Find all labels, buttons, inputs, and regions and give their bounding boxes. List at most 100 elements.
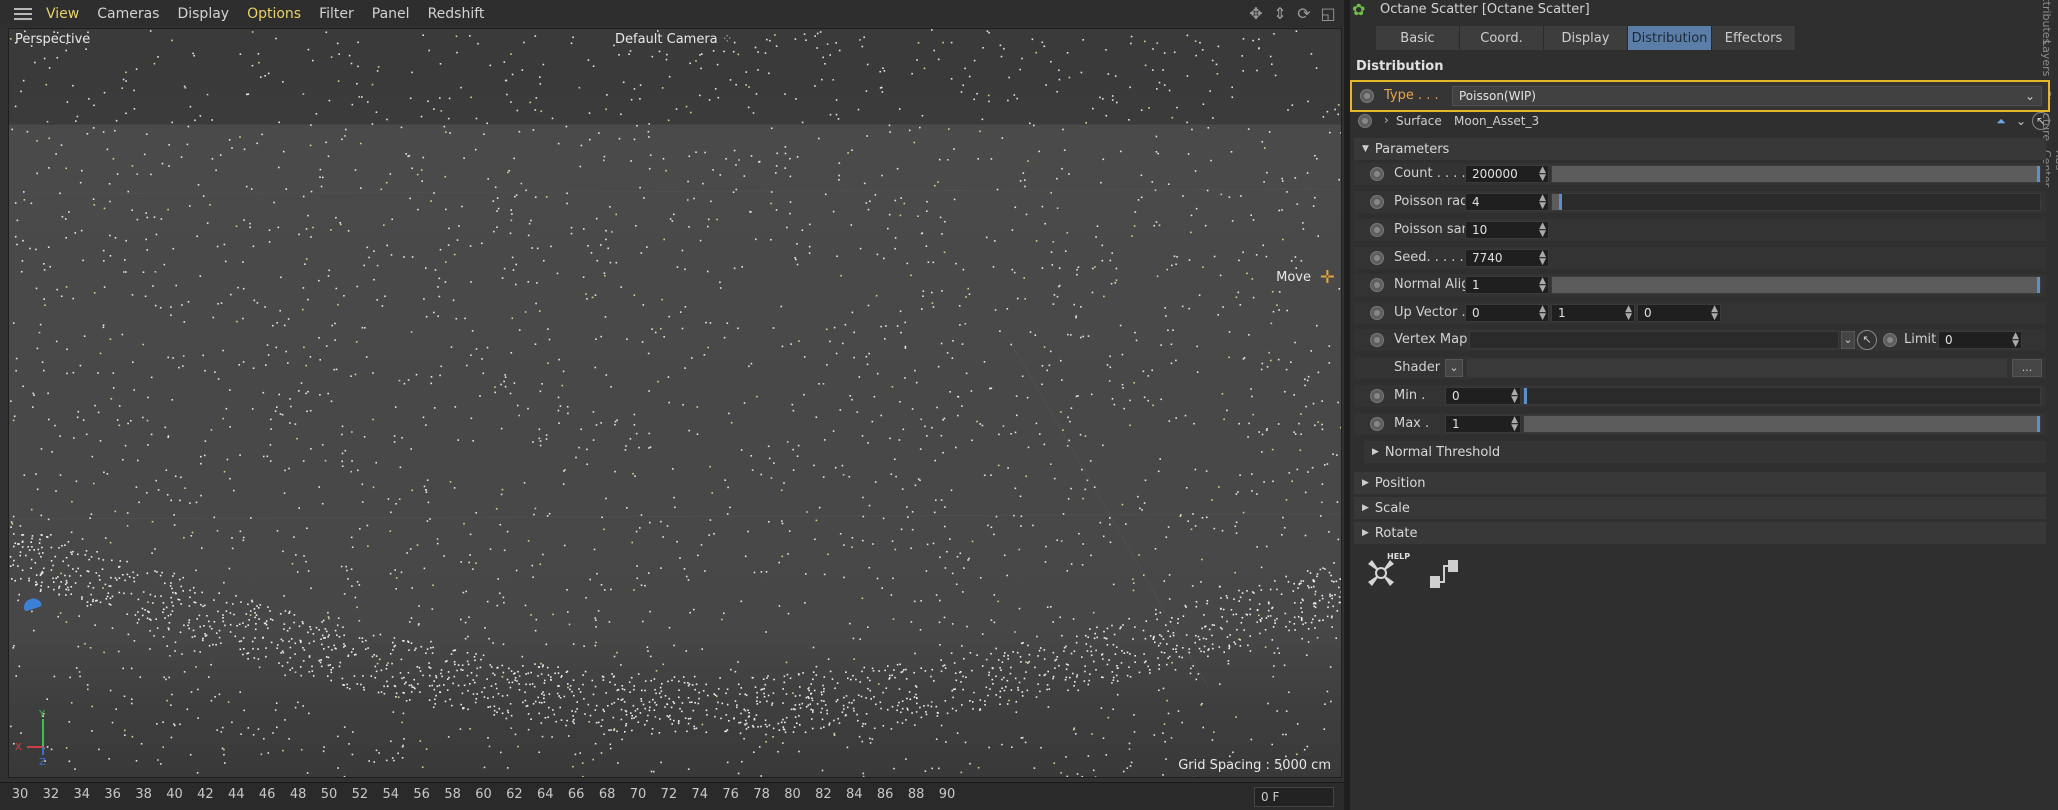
vertex-map-animate-radio[interactable] bbox=[1370, 333, 1384, 347]
tab-distribution[interactable]: Distribution bbox=[1628, 26, 1712, 50]
dolly-icon[interactable]: ⇕ bbox=[1270, 3, 1290, 23]
poisson-samples-input[interactable]: 10 ▲ ▼ bbox=[1465, 221, 1549, 239]
octane-scatter-icon: ✿ bbox=[1352, 0, 1366, 19]
min-animate-radio[interactable] bbox=[1370, 389, 1384, 403]
menu-view[interactable]: View bbox=[46, 6, 79, 22]
normal-align-animate-radio[interactable] bbox=[1370, 278, 1384, 292]
max-input[interactable]: 1 ▲ ▼ bbox=[1445, 415, 1521, 433]
vertex-map-field[interactable] bbox=[1469, 331, 1839, 349]
seed-animate-radio[interactable] bbox=[1370, 251, 1384, 265]
camera-label[interactable]: Default Camera ⁘ bbox=[615, 32, 733, 47]
vertex-map-dropdown-icon[interactable]: ⌄ bbox=[1841, 331, 1855, 349]
dropdown-arrow-icon[interactable]: ⌄ bbox=[2012, 112, 2030, 130]
viewport-nav-icons: ✥ ⇕ ⟳ ◱ bbox=[1246, 3, 1338, 23]
stepper-icon[interactable]: ▲ ▼ bbox=[2012, 332, 2019, 349]
limit-animate-radio[interactable] bbox=[1883, 333, 1897, 347]
axis-x-label: X bbox=[15, 742, 22, 753]
side-tab-layers[interactable]: Layers bbox=[2040, 40, 2053, 76]
menu-options[interactable]: Options bbox=[247, 6, 301, 22]
min-input[interactable]: 0 ▲ ▼ bbox=[1445, 387, 1521, 405]
type-dropdown[interactable]: Poisson(WIP) ⌄ bbox=[1452, 86, 2042, 106]
toggle-view-icon[interactable]: ◱ bbox=[1318, 3, 1338, 23]
pan-icon[interactable]: ✥ bbox=[1246, 3, 1266, 23]
timeline[interactable]: 30 32 34 36 38 40 42 44 46 48 50 52 54 56 58 60 62 64 66 68… bbox=[0, 782, 1344, 810]
max-slider[interactable] bbox=[1523, 415, 2041, 433]
menu-filter[interactable]: Filter bbox=[319, 6, 354, 22]
menu-display[interactable]: Display bbox=[177, 6, 229, 22]
parameters-group[interactable]: ▼ Parameters bbox=[1354, 138, 2046, 160]
timeline-tick: 60 bbox=[475, 787, 492, 802]
stepper-icon[interactable]: ▲ ▼ bbox=[1539, 305, 1546, 322]
position-label: Position bbox=[1374, 475, 1426, 491]
move-tool-icon[interactable]: ✛ bbox=[1320, 267, 1335, 288]
side-tab-attributes[interactable]: Attributes bbox=[2040, 0, 2053, 44]
min-slider[interactable] bbox=[1523, 387, 2041, 405]
up-vector-x-input[interactable]: 0 ▲ ▼ bbox=[1465, 304, 1549, 322]
viewport-canvas[interactable]: Perspective Default Camera ⁘ Move ✛ Grid… bbox=[8, 28, 1342, 778]
hamburger-menu-icon[interactable] bbox=[14, 7, 32, 20]
stepper-icon[interactable]: ▲ ▼ bbox=[1539, 250, 1546, 267]
position-group[interactable]: ▶ Position bbox=[1354, 472, 2046, 494]
timeline-tick: 72 bbox=[660, 787, 678, 802]
up-vector-y-value: 1 bbox=[1558, 306, 1566, 320]
shader-more-button[interactable]: ... bbox=[2012, 359, 2042, 377]
projection-label[interactable]: Perspective bbox=[15, 32, 90, 47]
param-row-count: Count . . . . . 200000 ▲ ▼ bbox=[1354, 163, 2046, 185]
node-editor-icon[interactable] bbox=[1424, 554, 1464, 594]
type-animate-radio[interactable] bbox=[1360, 89, 1374, 103]
stepper-icon[interactable]: ▲ ▼ bbox=[1539, 166, 1546, 183]
menu-cameras[interactable]: Cameras bbox=[97, 6, 159, 22]
scatter-points bbox=[9, 29, 1341, 777]
timeline-tick: 68 bbox=[598, 787, 616, 802]
surface-animate-radio[interactable] bbox=[1358, 114, 1372, 128]
min-value: 0 bbox=[1452, 389, 1460, 403]
pick-object-icon[interactable]: ↖ bbox=[2032, 112, 2050, 130]
expand-caret-icon[interactable]: › bbox=[1384, 113, 1389, 127]
limit-input[interactable]: 0 ▲ ▼ bbox=[1938, 331, 2022, 349]
vertex-map-pick-icon[interactable]: ↖ bbox=[1857, 330, 1877, 350]
stepper-icon[interactable]: ▲ ▼ bbox=[1711, 305, 1718, 322]
stepper-icon[interactable]: ▲ ▼ bbox=[1539, 277, 1546, 294]
poisson-radius-slider[interactable] bbox=[1551, 193, 2041, 211]
param-row-max: Max . 1 ▲ ▼ bbox=[1354, 413, 2046, 435]
poisson-samples-animate-radio[interactable] bbox=[1370, 223, 1384, 237]
max-animate-radio[interactable] bbox=[1370, 417, 1384, 431]
current-frame-field[interactable]: 0 F bbox=[1254, 787, 1334, 807]
tab-basic[interactable]: Basic bbox=[1376, 26, 1460, 50]
surface-link-field[interactable]: Moon_Asset_3 bbox=[1454, 114, 1539, 128]
min-label: Min . bbox=[1394, 388, 1426, 403]
count-input[interactable]: 200000 ▲ ▼ bbox=[1465, 165, 1549, 183]
normal-align-input[interactable]: 1 ▲ ▼ bbox=[1465, 276, 1549, 294]
rotate-group[interactable]: ▶ Rotate bbox=[1354, 522, 2046, 544]
tab-effectors[interactable]: Effectors bbox=[1712, 26, 1796, 50]
poisson-radius-input[interactable]: 4 ▲ ▼ bbox=[1465, 193, 1549, 211]
max-label: Max . bbox=[1394, 416, 1430, 431]
menu-panel[interactable]: Panel bbox=[372, 6, 410, 22]
stepper-icon[interactable]: ▲ ▼ bbox=[1539, 222, 1546, 239]
count-slider[interactable] bbox=[1551, 165, 2041, 183]
menu-redshift[interactable]: Redshift bbox=[428, 6, 485, 22]
collapsed-triangle-icon: ▶ bbox=[1362, 478, 1369, 488]
stepper-icon[interactable]: ▲ ▼ bbox=[1539, 194, 1546, 211]
scale-group[interactable]: ▶ Scale bbox=[1354, 497, 2046, 519]
stepper-icon[interactable]: ▲ ▼ bbox=[1511, 416, 1518, 433]
up-vector-z-input[interactable]: 0 ▲ ▼ bbox=[1637, 304, 1721, 322]
tab-display[interactable]: Display bbox=[1544, 26, 1628, 50]
stepper-icon[interactable]: ▲ ▼ bbox=[1625, 305, 1632, 322]
timeline-tick: 36 bbox=[104, 787, 121, 802]
stepper-icon[interactable]: ▲ ▼ bbox=[1511, 388, 1518, 405]
seed-input[interactable]: 7740 ▲ ▼ bbox=[1465, 249, 1549, 267]
timeline-tick: 86 bbox=[876, 787, 894, 802]
up-vector-animate-radio[interactable] bbox=[1370, 306, 1384, 320]
tab-coord[interactable]: Coord. bbox=[1460, 26, 1544, 50]
shader-field[interactable] bbox=[1467, 359, 2007, 377]
orbit-icon[interactable]: ⟳ bbox=[1294, 3, 1314, 23]
shader-dropdown-icon[interactable]: ⌄ bbox=[1445, 359, 1463, 377]
object-header: ✿ Octane Scatter [Octane Scatter] bbox=[1350, 0, 2050, 19]
poisson-radius-animate-radio[interactable] bbox=[1370, 195, 1384, 209]
timeline-ruler[interactable]: 30 32 34 36 38 40 42 44 46 48 50 52 54 56 58 60 62 64 66 68… bbox=[0, 783, 1250, 810]
normal-threshold-group[interactable]: ▶ Normal Threshold bbox=[1364, 441, 2046, 463]
normal-align-slider[interactable] bbox=[1551, 276, 2041, 294]
up-vector-y-input[interactable]: 1 ▲ ▼ bbox=[1551, 304, 1635, 322]
count-animate-radio[interactable] bbox=[1370, 167, 1384, 181]
